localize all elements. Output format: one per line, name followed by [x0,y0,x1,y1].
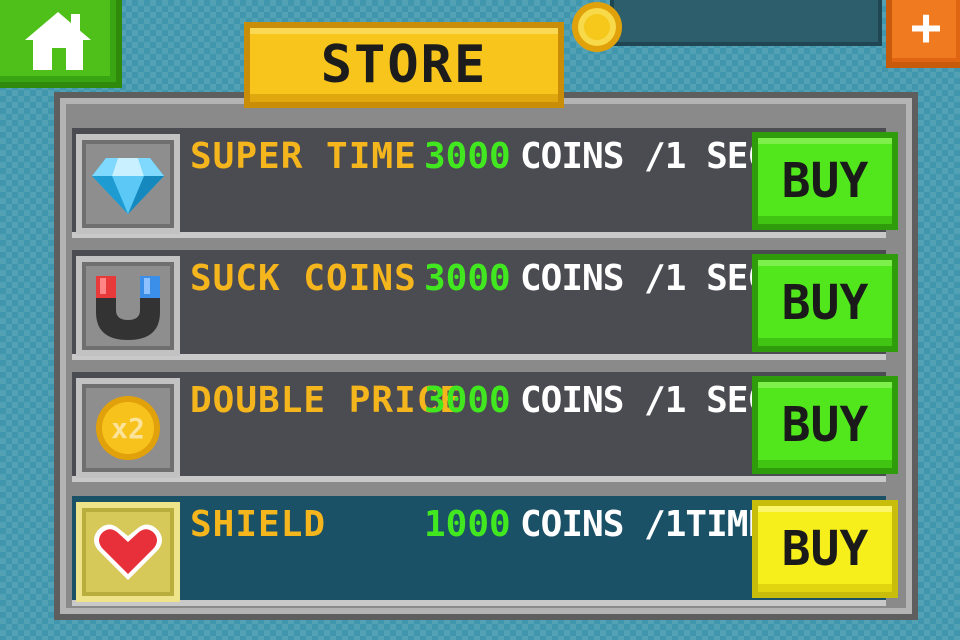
store-item-row-selected: SHIELD 1000 COINS /1TIME BUY [72,496,898,606]
item-price-unit: COINS /1 SEC [520,136,769,177]
page-title: STORE [244,22,564,108]
item-icon-frame [76,134,180,234]
svg-text:x2: x2 [111,412,145,445]
coin-icon [572,2,622,52]
item-name: SUPER TIME [190,136,417,177]
item-icon-frame: x2 [76,378,180,478]
magnet-icon [96,276,160,340]
item-name: SHIELD [190,504,327,545]
store-item-row: SUPER TIME 3000 COINS /1 SEC BUY [72,128,898,238]
plus-icon: + [910,0,942,58]
item-price: 3000 [424,136,511,177]
x2-coin-icon: x2 [96,396,160,460]
home-icon [25,12,91,70]
item-icon-frame [76,502,180,602]
item-price: 3000 [424,258,511,299]
store-title-label: STORE [320,35,488,95]
item-price-unit: COINS /1TIME [520,504,769,545]
item-name: DOUBLE PRICE [190,380,463,421]
buy-button[interactable]: BUY [752,500,898,598]
add-coins-button[interactable]: + [886,0,960,68]
item-icon-frame [76,256,180,356]
home-button[interactable] [0,0,122,88]
item-price-unit: COINS /1 SEC [520,380,769,421]
item-name: SUCK COINS [190,258,417,299]
item-price: 3000 [424,380,511,421]
store-item-row: x2 DOUBLE PRICE 3000 COINS /1 SEC BUY [72,372,898,482]
heart-icon [94,524,162,580]
store-item-row: SUCK COINS 3000 COINS /1 SEC BUY [72,250,898,360]
item-price-unit: COINS /1 SEC [520,258,769,299]
item-price: 1000 [424,504,511,545]
diamond-icon [92,158,164,214]
buy-button[interactable]: BUY [752,254,898,352]
buy-button[interactable]: BUY [752,376,898,474]
coin-balance [620,6,870,40]
buy-button[interactable]: BUY [752,132,898,230]
